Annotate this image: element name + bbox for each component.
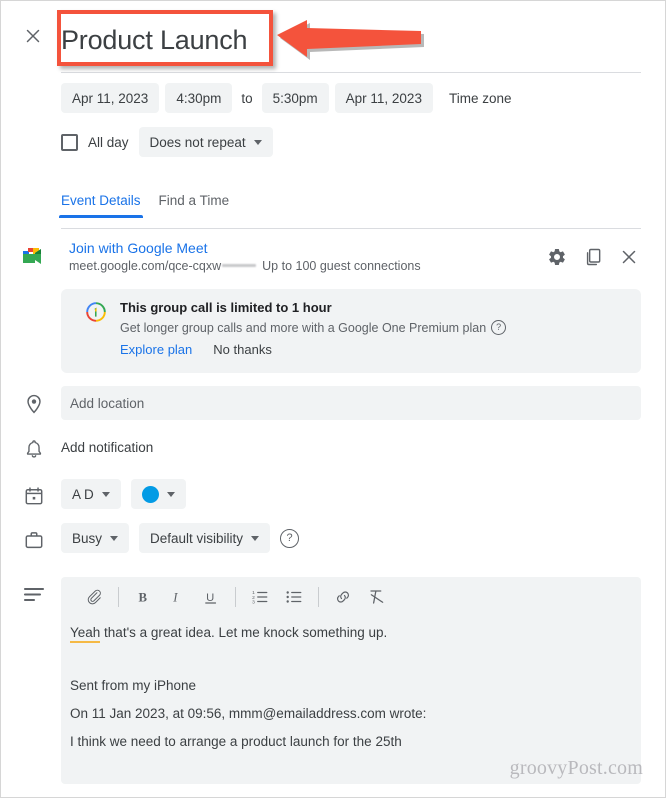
allday-row: All day Does not repeat [61, 127, 273, 157]
visibility-value: Default visibility [150, 530, 244, 546]
briefcase-icon [23, 529, 45, 551]
google-one-icon [85, 301, 107, 323]
location-input[interactable]: Add location [61, 386, 641, 420]
remove-conferencing-icon[interactable] [619, 247, 639, 267]
chevron-down-icon [253, 139, 262, 145]
toolbar-divider [118, 587, 119, 607]
chevron-down-icon [166, 491, 175, 497]
settings-gear-icon[interactable] [547, 247, 567, 267]
bell-icon [23, 438, 45, 460]
datetime-row: Apr 11, 2023 4:30pm to 5:30pm Apr 11, 20… [61, 83, 511, 113]
location-placeholder: Add location [70, 395, 145, 411]
calendar-owner-value: A D [72, 486, 94, 502]
chevron-down-icon [110, 535, 119, 541]
banner-subtitle-row: Get longer group calls and more with a G… [120, 320, 507, 335]
all-day-label: All day [88, 134, 129, 150]
meet-guest-note: Up to 100 guest connections [262, 259, 421, 273]
banner-title: This group call is limited to 1 hour [120, 300, 332, 315]
chevron-down-icon [251, 535, 260, 541]
svg-text:U: U [206, 592, 214, 604]
description-paragraph: I think we need to arrange a product lau… [70, 734, 402, 750]
tab-event-details[interactable]: Event Details [59, 193, 143, 218]
location-pin-icon [23, 393, 45, 415]
availability-row: Busy Default visibility ? [61, 523, 300, 553]
link-icon[interactable] [326, 582, 360, 612]
tab-bar-divider [61, 228, 641, 229]
description-lines-icon [23, 586, 45, 608]
tab-find-a-time[interactable]: Find a Time [159, 193, 230, 218]
title-underline [61, 72, 641, 73]
calendar-icon [23, 485, 45, 507]
repeat-value: Does not repeat [149, 134, 246, 150]
google-one-promo-banner: This group call is limited to 1 hour Get… [61, 289, 641, 373]
add-notification-button[interactable]: Add notification [61, 440, 153, 455]
calendar-row: A D [61, 479, 186, 509]
copy-icon[interactable] [583, 247, 603, 267]
title-row: Product Launch [1, 1, 666, 73]
meet-url-text: meet.google.com/qce-cqxw [69, 259, 222, 273]
start-time-chip[interactable]: 4:30pm [165, 83, 233, 113]
tab-bar: Event Details Find a Time [59, 193, 230, 218]
meet-actions [547, 247, 639, 267]
help-circle-icon[interactable]: ? [280, 528, 300, 548]
timezone-button[interactable]: Time zone [439, 91, 512, 106]
event-title-value: Product Launch [61, 25, 248, 55]
svg-text:I: I [172, 591, 178, 605]
formatting-toolbar: B I U 1 2 3 [61, 577, 641, 617]
description-paragraph: On 11 Jan 2023, at 09:56, mmm@emailaddre… [70, 706, 427, 722]
busy-dropdown[interactable]: Busy [61, 523, 130, 553]
description-paragraph-rest: that's a great idea. Let me knock someth… [100, 625, 388, 640]
watermark: groovyPost.com [509, 757, 643, 779]
banner-actions: Explore plan No thanks [120, 342, 272, 357]
end-time-chip[interactable]: 5:30pm [261, 83, 329, 113]
remove-formatting-icon[interactable] [360, 582, 394, 612]
chevron-down-icon [101, 491, 110, 497]
join-with-google-meet-button[interactable]: Join with Google Meet [69, 240, 208, 256]
bold-icon[interactable]: B [126, 582, 160, 612]
underline-icon[interactable]: U [194, 582, 228, 612]
google-meet-icon [21, 246, 47, 268]
repeat-dropdown[interactable]: Does not repeat [138, 127, 273, 157]
description-paragraph: Yeah that's a great idea. Let me knock s… [70, 623, 629, 643]
description-editor: B I U 1 2 3 Yeah that's a great idea. Le… [61, 577, 641, 784]
all-day-checkbox[interactable] [61, 133, 78, 151]
busy-value: Busy [72, 530, 103, 546]
toolbar-divider [235, 587, 236, 607]
italic-icon[interactable]: I [160, 582, 194, 612]
description-paragraph: Sent from my iPhone [70, 678, 197, 694]
start-date-chip[interactable]: Apr 11, 2023 [61, 83, 160, 113]
event-title-input[interactable]: Product Launch [61, 15, 274, 59]
help-circle-icon[interactable]: ? [491, 320, 507, 335]
toolbar-divider [318, 587, 319, 607]
event-color-swatch [141, 485, 159, 503]
to-label: to [241, 90, 253, 106]
event-color-dropdown[interactable] [130, 479, 186, 509]
visibility-dropdown[interactable]: Default visibility [139, 523, 271, 553]
no-thanks-button[interactable]: No thanks [213, 342, 272, 357]
attach-icon[interactable] [77, 582, 111, 612]
numbered-list-icon[interactable]: 1 2 3 [243, 582, 277, 612]
svg-text:B: B [139, 591, 148, 605]
bulleted-list-icon[interactable] [277, 582, 311, 612]
explore-plan-button[interactable]: Explore plan [120, 342, 192, 357]
close-icon[interactable] [23, 26, 43, 46]
banner-subtitle: Get longer group calls and more with a G… [120, 320, 487, 335]
misspelled-word: Yeah [70, 625, 101, 643]
description-text[interactable]: Yeah that's a great idea. Let me knock s… [61, 617, 641, 761]
redacted-url-segment [222, 263, 257, 267]
meet-url-row: meet.google.com/qce-cqxw Up to 100 guest… [69, 259, 421, 273]
calendar-owner-dropdown[interactable]: A D [61, 479, 121, 509]
svg-text:3: 3 [252, 599, 255, 605]
end-date-chip[interactable]: Apr 11, 2023 [334, 83, 433, 113]
event-editor-window: Product Launch Apr 11, 2023 4:30pm to 5:… [0, 0, 666, 798]
